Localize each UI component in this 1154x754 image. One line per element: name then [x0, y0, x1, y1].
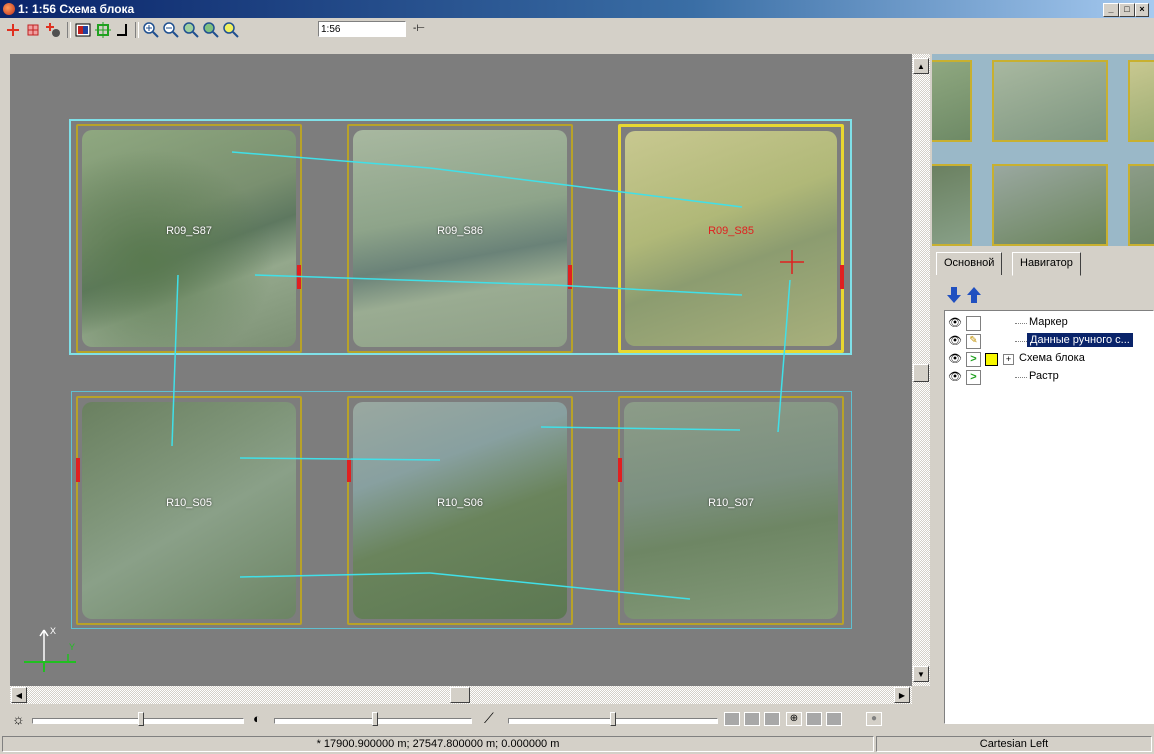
- scroll-up-button[interactable]: ▲: [913, 58, 929, 74]
- tab-navigator[interactable]: Навигатор: [1012, 252, 1081, 276]
- edit-pen-icon[interactable]: ✎: [966, 334, 981, 349]
- tree-connector: [1015, 341, 1027, 342]
- zoom-fit-button[interactable]: [202, 21, 220, 39]
- status-bar: * 17900.900000 m; 27547.800000 m; 0.0000…: [0, 734, 1154, 754]
- reset-icon[interactable]: ●: [866, 712, 882, 726]
- layer-label: Растр: [1029, 370, 1059, 382]
- tie-lines: [171, 151, 791, 600]
- axis-y-label: Y: [69, 642, 75, 652]
- fit-frame-button[interactable]: [94, 21, 112, 39]
- channel-button[interactable]: [744, 712, 760, 726]
- channel-button[interactable]: [826, 712, 842, 726]
- zoom-fit-icon: [203, 22, 219, 38]
- thumbnail[interactable]: [992, 60, 1108, 142]
- thumbnail[interactable]: [932, 60, 972, 142]
- remove-point-icon: [46, 23, 60, 37]
- gamma-thumb[interactable]: [610, 712, 616, 726]
- zoom-scale-button[interactable]: [222, 21, 240, 39]
- layer-label: Маркер: [1029, 316, 1068, 328]
- settings-icon[interactable]: ⊕: [786, 712, 802, 726]
- zoom-window-icon: [183, 22, 199, 38]
- channel-button[interactable]: [764, 712, 780, 726]
- horizontal-scrollbar[interactable]: ◀ ▶: [10, 686, 912, 704]
- layer-row[interactable]: 👁 > Растр: [945, 369, 1151, 385]
- coordinate-mode: Cartesian Left: [876, 736, 1152, 752]
- tab-main[interactable]: Основной: [936, 252, 1003, 275]
- zoom-window-button[interactable]: [182, 21, 200, 39]
- eye-icon[interactable]: 👁: [948, 352, 962, 365]
- window-title: 1: 1:56 Схема блока: [18, 2, 135, 16]
- brightness-icon: ☼: [12, 711, 25, 727]
- horizontal-scroll-thumb[interactable]: [450, 687, 470, 703]
- vertical-scrollbar[interactable]: ▲ ▼: [912, 54, 930, 686]
- scroll-down-button[interactable]: ▼: [913, 666, 929, 682]
- grid-point-button[interactable]: [24, 21, 42, 39]
- eye-icon[interactable]: 👁: [948, 370, 962, 383]
- gamma-icon: ⟋: [484, 710, 494, 726]
- thumbnail[interactable]: [932, 164, 972, 246]
- color-swatch[interactable]: [985, 353, 998, 366]
- toolbar-separator: [135, 22, 139, 38]
- layer-label: Схема блока: [1019, 352, 1085, 364]
- title-bar: 1: 1:56 Схема блока _ □ ×: [0, 0, 1154, 18]
- thumbnail[interactable]: [1128, 164, 1154, 246]
- add-point-icon: [7, 24, 19, 36]
- corner-button[interactable]: [114, 21, 132, 39]
- grid-point-icon: [27, 24, 39, 36]
- toolbar: -⊢: [0, 18, 930, 42]
- zoom-out-icon: [163, 22, 179, 38]
- layer-row[interactable]: 👁 Маркер: [945, 315, 1151, 331]
- check-icon[interactable]: >: [966, 370, 981, 385]
- image-adjust-bar: ☼ ◐ ⟋ ⊕ ●: [10, 706, 930, 732]
- brightness-thumb[interactable]: [138, 712, 144, 726]
- contrast-thumb[interactable]: [372, 712, 378, 726]
- expand-icon[interactable]: +: [1003, 354, 1014, 365]
- layer-row[interactable]: 👁 ✎ Данные ручного с...: [945, 333, 1151, 349]
- overlay-icon: [75, 23, 91, 37]
- thumbnail[interactable]: [1128, 60, 1154, 142]
- zoom-out-button[interactable]: [162, 21, 180, 39]
- move-up-icon[interactable]: [966, 286, 982, 304]
- minimize-button[interactable]: _: [1103, 3, 1119, 17]
- remove-point-button[interactable]: [44, 21, 62, 39]
- thumbnail[interactable]: [992, 164, 1108, 246]
- check-icon[interactable]: >: [966, 352, 981, 367]
- scroll-left-button[interactable]: ◀: [11, 687, 27, 703]
- move-down-icon[interactable]: [946, 286, 962, 304]
- restore-button[interactable]: □: [1119, 3, 1135, 17]
- channel-button[interactable]: [724, 712, 740, 726]
- app-icon: [3, 3, 15, 15]
- eye-icon[interactable]: 👁: [948, 316, 962, 329]
- scale-input[interactable]: [318, 21, 406, 37]
- overview-thumbnails[interactable]: [932, 54, 1154, 246]
- channel-button[interactable]: [806, 712, 822, 726]
- tree-connector: [1015, 377, 1027, 378]
- zoom-scale-icon: [223, 22, 239, 38]
- layer-label-selected: Данные ручного с...: [1027, 333, 1133, 347]
- scale-apply-glyph[interactable]: -⊢: [413, 23, 425, 34]
- close-button[interactable]: ×: [1135, 3, 1149, 17]
- add-point-button[interactable]: [4, 21, 22, 39]
- toolbar-separator: [67, 22, 71, 38]
- zoom-in-button[interactable]: [142, 21, 160, 39]
- vertical-scroll-thumb[interactable]: [913, 364, 929, 382]
- layers-tree[interactable]: 👁 Маркер 👁 ✎ Данные ручного с... 👁 > + С…: [944, 310, 1154, 724]
- tree-connector: [1015, 323, 1027, 324]
- layer-row[interactable]: 👁 > + Схема блока: [945, 351, 1151, 367]
- coordinates-readout: * 17900.900000 m; 27547.800000 m; 0.0000…: [2, 736, 874, 752]
- fit-frame-icon: [95, 22, 111, 38]
- scroll-right-button[interactable]: ▶: [894, 687, 910, 703]
- panel-tabs: Основной Навигатор: [932, 250, 1154, 276]
- contrast-icon: ◐: [253, 711, 261, 726]
- overlay-button[interactable]: [74, 21, 92, 39]
- zoom-in-icon: [143, 22, 159, 38]
- layer-checkbox[interactable]: [966, 316, 981, 331]
- axis-x-label: X: [50, 626, 56, 636]
- axes-icon: X Y: [24, 626, 76, 672]
- corner-icon: [117, 24, 127, 36]
- block-scheme-canvas[interactable]: R09_S87 R09_S86 R09_S85 R10_S05 R10_S06 …: [10, 54, 912, 686]
- eye-icon[interactable]: 👁: [948, 334, 962, 347]
